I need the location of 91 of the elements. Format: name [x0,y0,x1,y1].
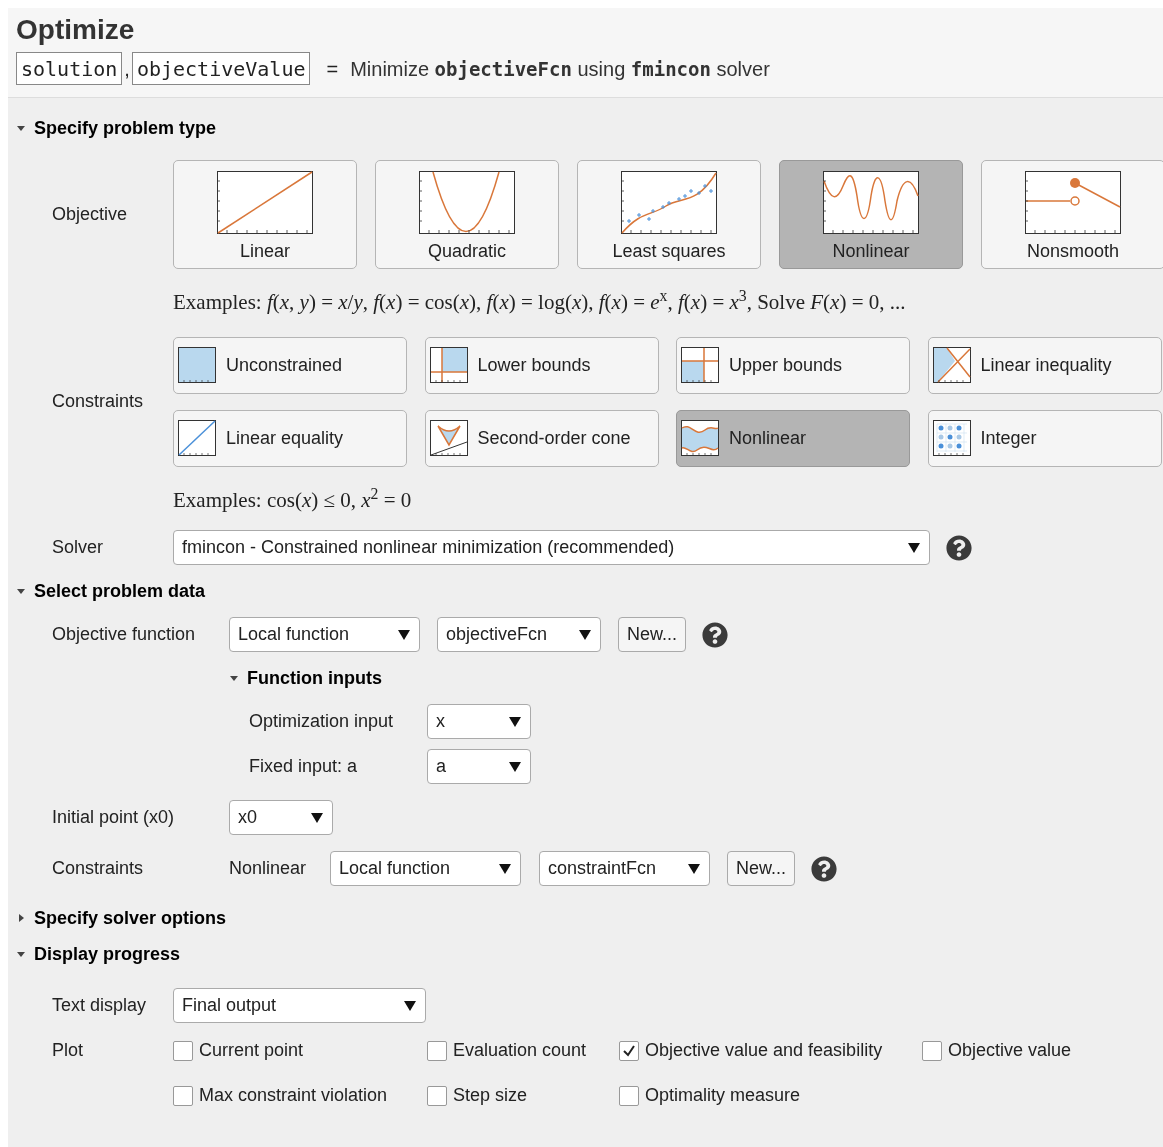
section-heading[interactable]: Select problem data [34,577,206,605]
caret-icon [578,628,592,641]
checkbox[interactable] [173,1085,193,1106]
checkbox[interactable] [173,1040,193,1061]
quadratic-graph-icon [419,171,515,234]
objective-examples: Examples: f(x, y) = x/y, f(x) = cos(x), f(x) = log(x), f(x) = e$^{x}$, f(x) = x$^{3}$, Solve F(x) = 0, ... [173,287,907,316]
field-label: Optimization input [249,710,395,733]
constraint-type-button[interactable]: Second-order cone [424,409,659,467]
field-label: Nonlinear [229,857,308,880]
constraint-type-button[interactable]: Linear equality [173,409,407,467]
subsection-heading[interactable]: Function inputs [247,664,382,692]
caret-icon [310,811,324,824]
input-dropdown[interactable]: x [427,704,531,739]
collapse-caret-icon[interactable] [16,586,26,596]
new-function-button[interactable]: New... [618,617,687,652]
integer-constraint-icon [932,420,971,456]
lower-constraint-icon [429,347,468,383]
caret-icon [508,760,522,773]
solver-dropdown[interactable]: fmincon - Constrained nonlinear minimization (recommended) [173,530,930,565]
constraint-examples: Examples: cos(x) ≤ 0, x$^{2}$ = 0 [173,484,413,514]
initial-point-dropdown[interactable]: x0 [229,800,333,835]
objective-type-button[interactable]: Least squares [577,160,761,269]
nonsmooth-graph-icon [1025,171,1121,234]
checkbox-label: Max constraint violation [199,1084,388,1107]
constraint-source-dropdown[interactable]: Local function [330,851,521,886]
checkbox[interactable] [619,1085,639,1106]
help-icon[interactable] [811,855,838,882]
objective-type-button[interactable]: Nonlinear [779,160,963,269]
field-label: Initial point (x0) [52,806,176,829]
field-label: Text display [52,994,148,1017]
expand-caret-icon[interactable] [16,913,26,923]
lin-eq-constraint-icon [178,420,216,456]
constraint-type-button[interactable]: Integer [927,409,1162,467]
upper-constraint-icon [681,347,719,383]
task-description: Minimize objectiveFcn using fmincon solver [350,56,770,82]
objective-source-dropdown[interactable]: Local function [229,617,420,652]
objective-type-button[interactable]: Linear [173,160,357,269]
linear-graph-icon [217,171,313,234]
field-label: Objective function [52,623,197,646]
section-heading[interactable]: Specify problem type [34,114,217,142]
new-function-button[interactable]: New... [727,851,796,886]
caret-icon [498,862,512,875]
output-variable-field[interactable]: solution [16,52,123,85]
checkbox-label: Evaluation count [453,1039,587,1062]
page-title: Optimize [16,13,136,47]
constraint-type-button[interactable]: Linear inequality [927,336,1162,394]
caret-icon [687,862,701,875]
objective-function-dropdown[interactable]: objectiveFcn [437,617,601,652]
field-label: Solver [52,536,105,559]
section-heading[interactable]: Display progress [34,940,181,968]
checkbox-label: Objective value and feasibility [645,1039,883,1062]
collapse-caret-icon[interactable] [16,949,26,959]
section-heading[interactable]: Specify solver options [34,904,227,932]
constraint-type-button[interactable]: Unconstrained [173,336,407,394]
cone-constraint-icon [429,420,468,456]
checkbox[interactable] [427,1085,447,1106]
collapse-caret-icon[interactable] [229,673,239,683]
caret-icon [397,628,411,641]
help-icon[interactable] [946,534,972,561]
checkbox-label: Optimality measure [645,1084,801,1107]
lin-ineq-constraint-icon [932,347,971,383]
objective-type-button[interactable]: Nonsmooth [981,160,1163,269]
field-label: Constraints [52,857,145,880]
nonlinear-graph-icon [823,171,919,234]
nonlinear-constraint-icon [681,420,719,456]
equals-text: = [326,56,339,82]
separator-text: , [123,56,131,82]
checkbox[interactable] [427,1040,447,1061]
unconstrained-constraint-icon [178,347,216,383]
text-display-dropdown[interactable]: Final output [173,988,426,1023]
field-label: Plot [52,1039,85,1062]
help-icon[interactable] [702,621,729,648]
caret-icon [508,715,522,728]
caret-icon [907,541,921,554]
objective-type-button[interactable]: Quadratic [375,160,559,269]
checkbox-label: Objective value [948,1039,1072,1062]
checkbox-label: Step size [453,1084,528,1107]
checkbox-label: Current point [199,1039,304,1062]
field-label: Objective [52,203,129,226]
output-variable-field[interactable]: objectiveValue [131,52,311,85]
constraint-type-button[interactable]: Lower bounds [424,336,659,394]
collapse-caret-icon[interactable] [16,123,26,133]
constraint-function-dropdown[interactable]: constraintFcn [539,851,710,886]
checkbox[interactable] [619,1040,639,1061]
constraint-type-button[interactable]: Upper bounds [676,336,910,394]
caret-icon [403,999,417,1012]
field-label: Constraints [52,390,145,413]
field-label: Fixed input: a [249,755,359,778]
constraint-type-button[interactable]: Nonlinear [676,409,910,467]
checkbox[interactable] [922,1040,942,1061]
input-dropdown[interactable]: a [427,749,531,784]
